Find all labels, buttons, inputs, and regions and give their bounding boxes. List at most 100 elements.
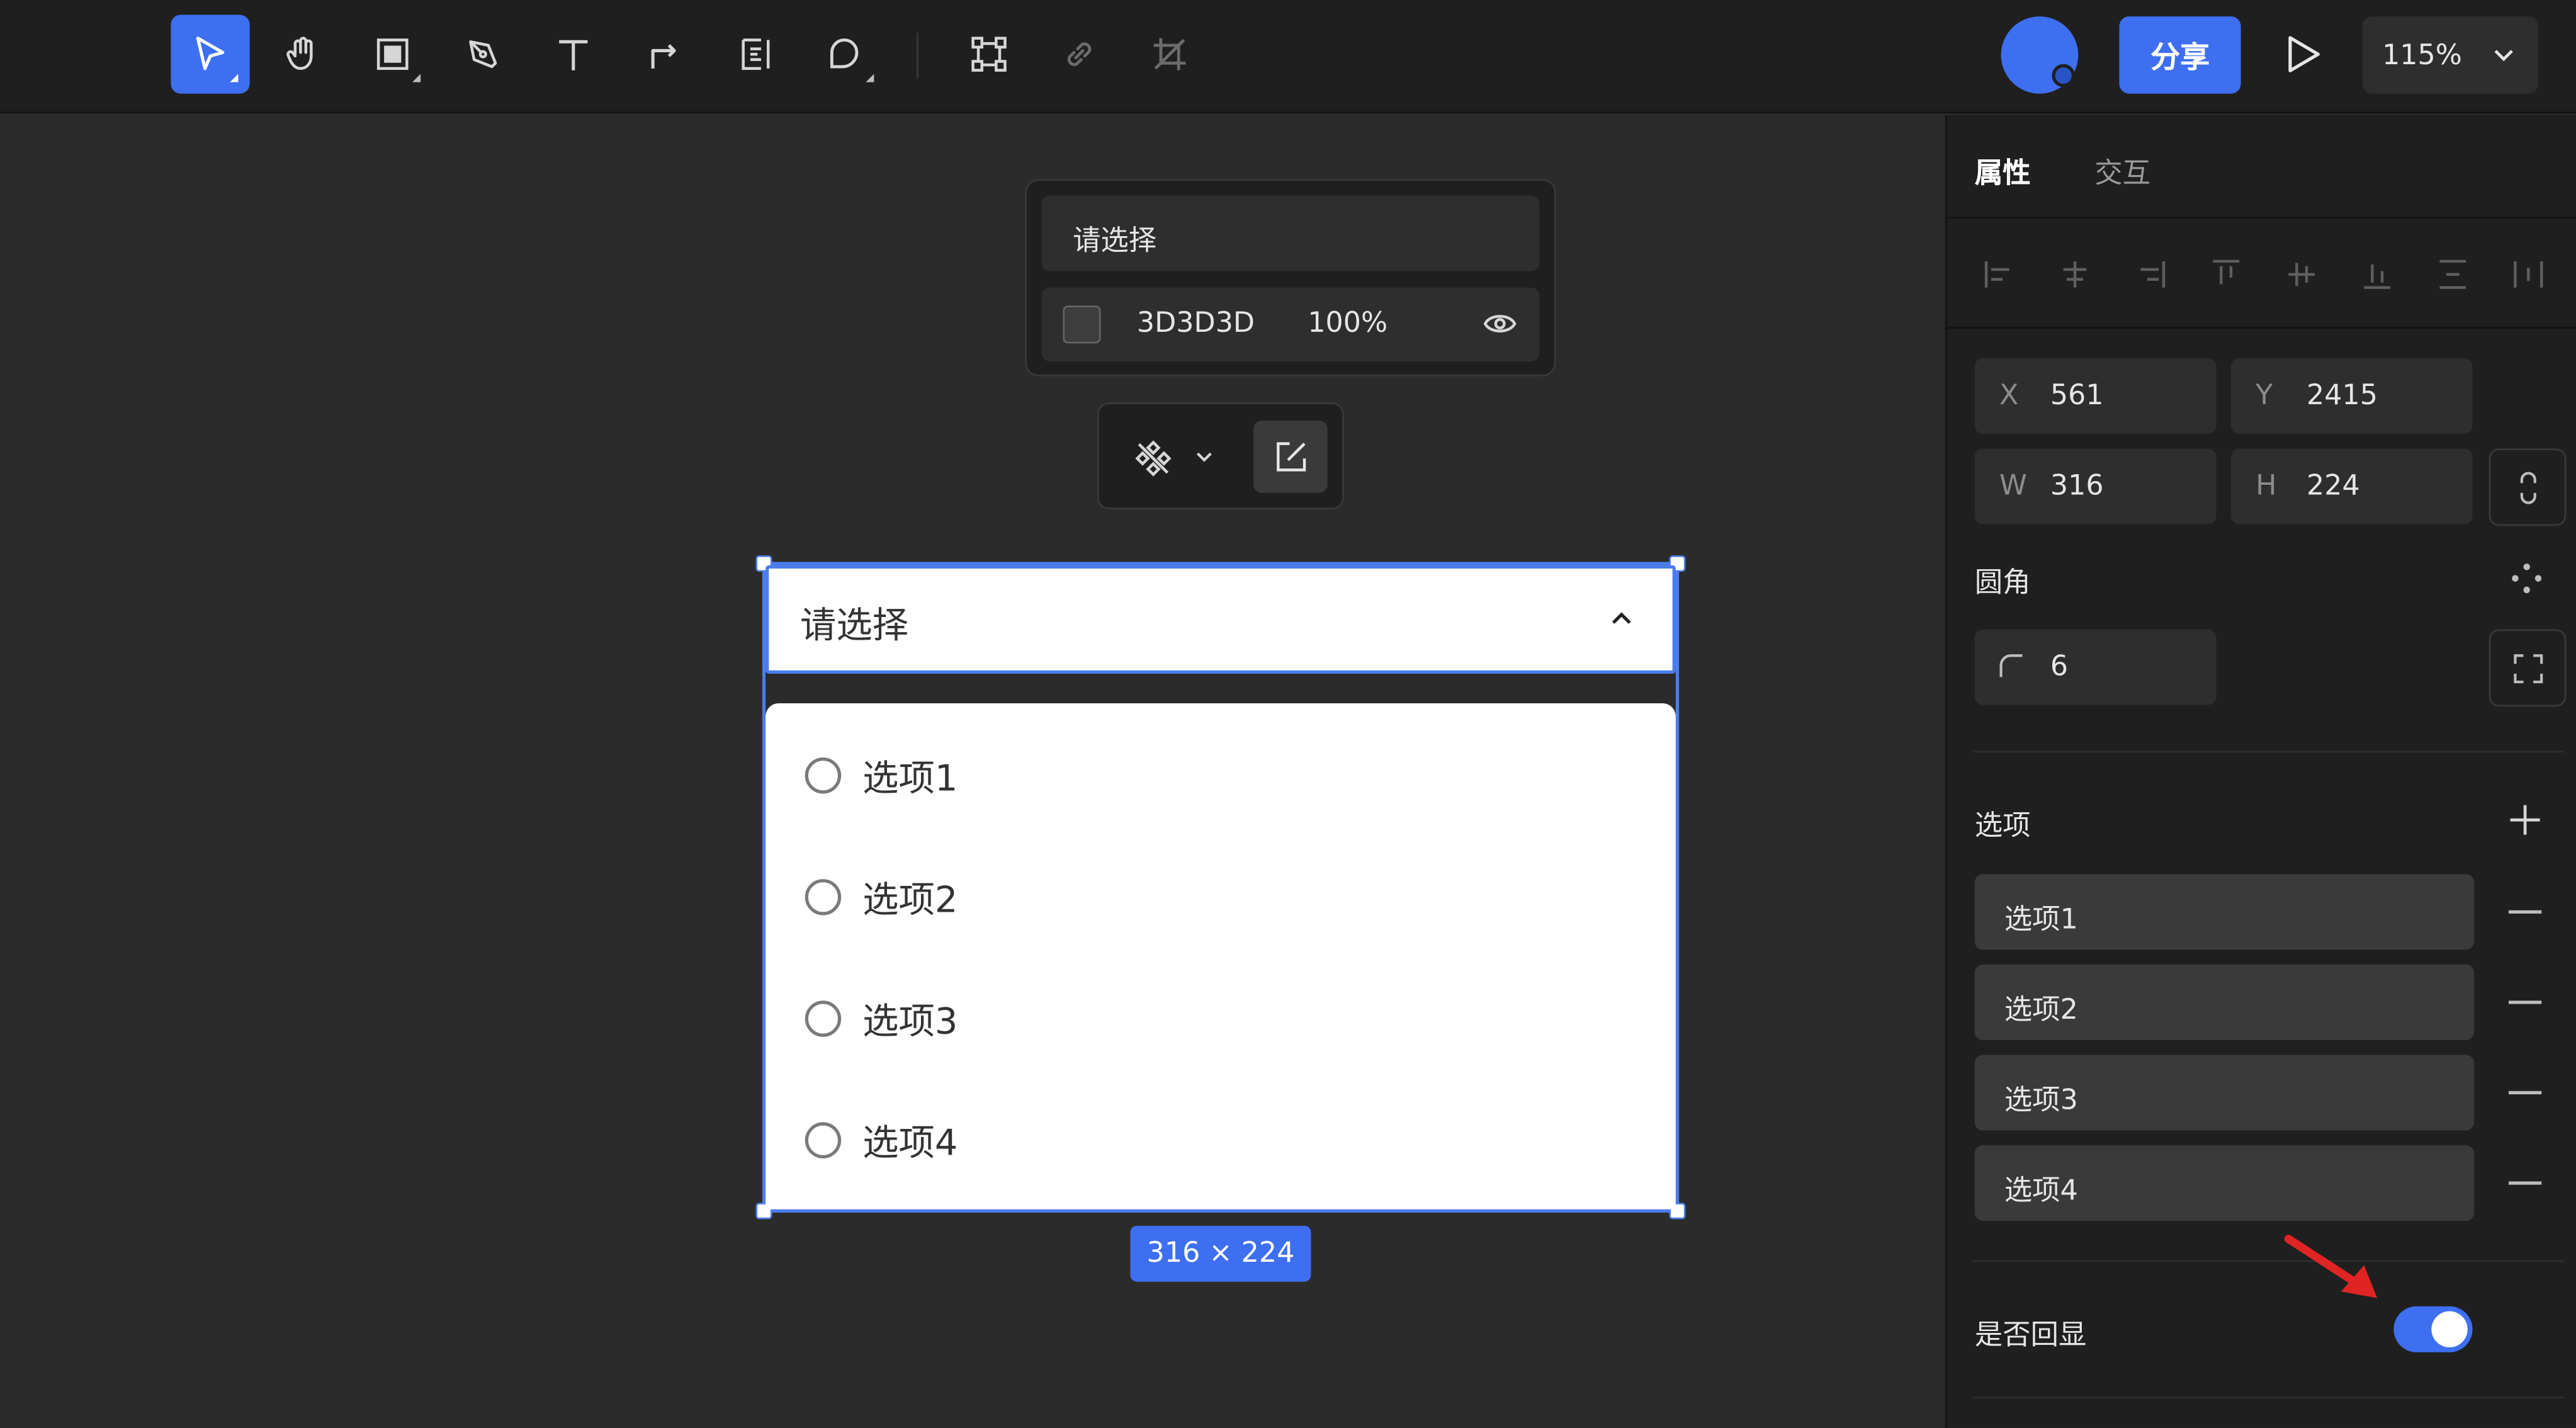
echo-label: 是否回显 — [1974, 1319, 2087, 1352]
remove-option-icon[interactable] — [2509, 1091, 2542, 1095]
zoom-value: 115% — [2382, 38, 2462, 72]
frame-tool-button[interactable] — [353, 14, 432, 93]
x-field-label: X — [1999, 379, 2019, 413]
select-trigger[interactable]: 请选择 — [765, 565, 1676, 674]
pointer-tool-button[interactable] — [171, 14, 250, 94]
form-tool-button[interactable] — [716, 14, 795, 93]
radius-field-value: 6 — [2050, 650, 2069, 684]
constrain-proportions-button[interactable] — [2488, 448, 2567, 526]
option-label: 选项2 — [862, 880, 958, 922]
radius-section-title: 圆角 — [1974, 567, 2031, 600]
pointer-icon — [196, 37, 225, 71]
y-field-value: 2415 — [2307, 379, 2378, 413]
play-icon — [2288, 36, 2320, 72]
y-field-label: Y — [2256, 379, 2273, 413]
section-divider — [1973, 1260, 2565, 1262]
options-section-title: 选项 — [1974, 810, 2031, 843]
option-label: 选项3 — [862, 1002, 958, 1044]
align-center-vertical-icon[interactable] — [2283, 256, 2319, 292]
remove-option-icon[interactable] — [2509, 1181, 2542, 1185]
chevron-down-icon — [2494, 50, 2513, 62]
add-option-icon[interactable] — [2509, 803, 2541, 836]
fill-row[interactable]: 3D3D3D 100% — [1041, 287, 1540, 362]
width-field-label: W — [1999, 470, 2027, 503]
edit-component-button[interactable] — [1253, 421, 1328, 493]
distribute-horizontal-icon[interactable] — [2511, 256, 2546, 292]
align-bottom-icon[interactable] — [2359, 256, 2395, 292]
eye-icon[interactable] — [1482, 309, 1518, 339]
remove-option-icon[interactable] — [2509, 910, 2542, 914]
height-field-value: 224 — [2307, 470, 2360, 503]
fill-hex-value[interactable]: 3D3D3D — [1137, 307, 1255, 340]
radius-independent-icon[interactable] — [2511, 562, 2543, 595]
tab-properties[interactable]: 属性 — [1975, 149, 2031, 191]
option-label: 选项4 — [862, 1124, 958, 1165]
link-tool-button[interactable] — [1040, 14, 1119, 93]
top-toolbar: 分享 115% — [0, 0, 2576, 114]
red-arrow-annotation — [2284, 1235, 2378, 1298]
shape-tool-button[interactable] — [806, 14, 885, 93]
option-item[interactable]: 选项2 — [805, 864, 958, 930]
connector-tool-button[interactable] — [626, 14, 704, 93]
fill-color-swatch[interactable] — [1063, 305, 1101, 344]
edit-icon — [1275, 442, 1306, 472]
section-divider — [1973, 751, 2565, 753]
x-field[interactable]: X 561 — [1974, 358, 2217, 434]
expand-corners-icon — [2513, 653, 2542, 683]
remove-option-icon[interactable] — [2509, 1000, 2542, 1004]
radio-icon — [805, 757, 842, 794]
dropdown-options-list: 选项1 选项2 选项3 选项4 — [765, 703, 1676, 1210]
chevron-down-icon[interactable] — [1194, 447, 1214, 467]
hand-tool-button[interactable] — [263, 14, 342, 93]
pen-tool-button[interactable] — [444, 14, 523, 93]
shape-icon — [830, 38, 859, 69]
toolbar-separator — [917, 33, 918, 79]
align-left-icon[interactable] — [1981, 256, 2017, 292]
align-right-icon[interactable] — [2132, 256, 2168, 292]
width-field[interactable]: W 316 — [1974, 448, 2217, 524]
hand-icon — [286, 37, 313, 70]
option-item[interactable]: 选项1 — [805, 743, 958, 808]
y-field[interactable]: Y 2415 — [2230, 358, 2473, 434]
fill-popover: 请选择 3D3D3D 100% — [1025, 179, 1556, 377]
size-badge: 316 × 224 — [1130, 1225, 1311, 1282]
option-label: 选项1 — [862, 759, 958, 800]
option-field[interactable]: 选项3 — [1974, 1055, 2475, 1131]
select-placeholder: 请选择 — [799, 606, 909, 648]
distribute-vertical-icon[interactable] — [2435, 256, 2471, 292]
option-field[interactable]: 选项2 — [1974, 964, 2475, 1040]
option-field[interactable]: 选项4 — [1974, 1145, 2475, 1221]
avatar[interactable] — [2001, 16, 2079, 94]
connector-icon — [651, 44, 676, 69]
width-field-value: 316 — [2050, 470, 2104, 503]
radio-icon — [805, 1122, 842, 1159]
form-icon — [742, 38, 770, 70]
echo-toggle[interactable] — [2393, 1306, 2473, 1352]
option-item[interactable]: 选项3 — [805, 986, 958, 1051]
crop-tool-button[interactable] — [1130, 14, 1209, 93]
option-field[interactable]: 选项1 — [1974, 874, 2475, 950]
align-center-horizontal-icon[interactable] — [2057, 256, 2093, 292]
tab-interaction[interactable]: 交互 — [2094, 149, 2150, 191]
preview-button[interactable] — [2275, 25, 2331, 84]
fill-title-field[interactable]: 请选择 — [1041, 195, 1540, 271]
component-tool-button[interactable] — [949, 14, 1028, 93]
radio-icon — [805, 879, 842, 915]
fill-opacity-value[interactable]: 100% — [1308, 307, 1387, 340]
radius-field[interactable]: 6 — [1974, 629, 2217, 705]
corner-radius-icon — [1999, 654, 2023, 677]
text-icon — [559, 40, 588, 71]
avatar-status-dot — [2052, 64, 2076, 88]
text-tool-button[interactable] — [534, 14, 613, 93]
chevron-up-icon — [1612, 612, 1631, 624]
component-icon — [971, 37, 1007, 72]
zoom-select[interactable]: 115% — [2362, 16, 2538, 94]
corner-expand-button[interactable] — [2488, 629, 2567, 707]
detach-component-icon[interactable] — [1132, 437, 1175, 480]
section-divider — [1946, 327, 2576, 329]
tab-divider — [1946, 217, 2576, 219]
share-button[interactable]: 分享 — [2119, 16, 2241, 94]
option-item[interactable]: 选项4 — [805, 1108, 958, 1173]
height-field[interactable]: H 224 — [2230, 448, 2473, 524]
align-top-icon[interactable] — [2208, 256, 2244, 292]
